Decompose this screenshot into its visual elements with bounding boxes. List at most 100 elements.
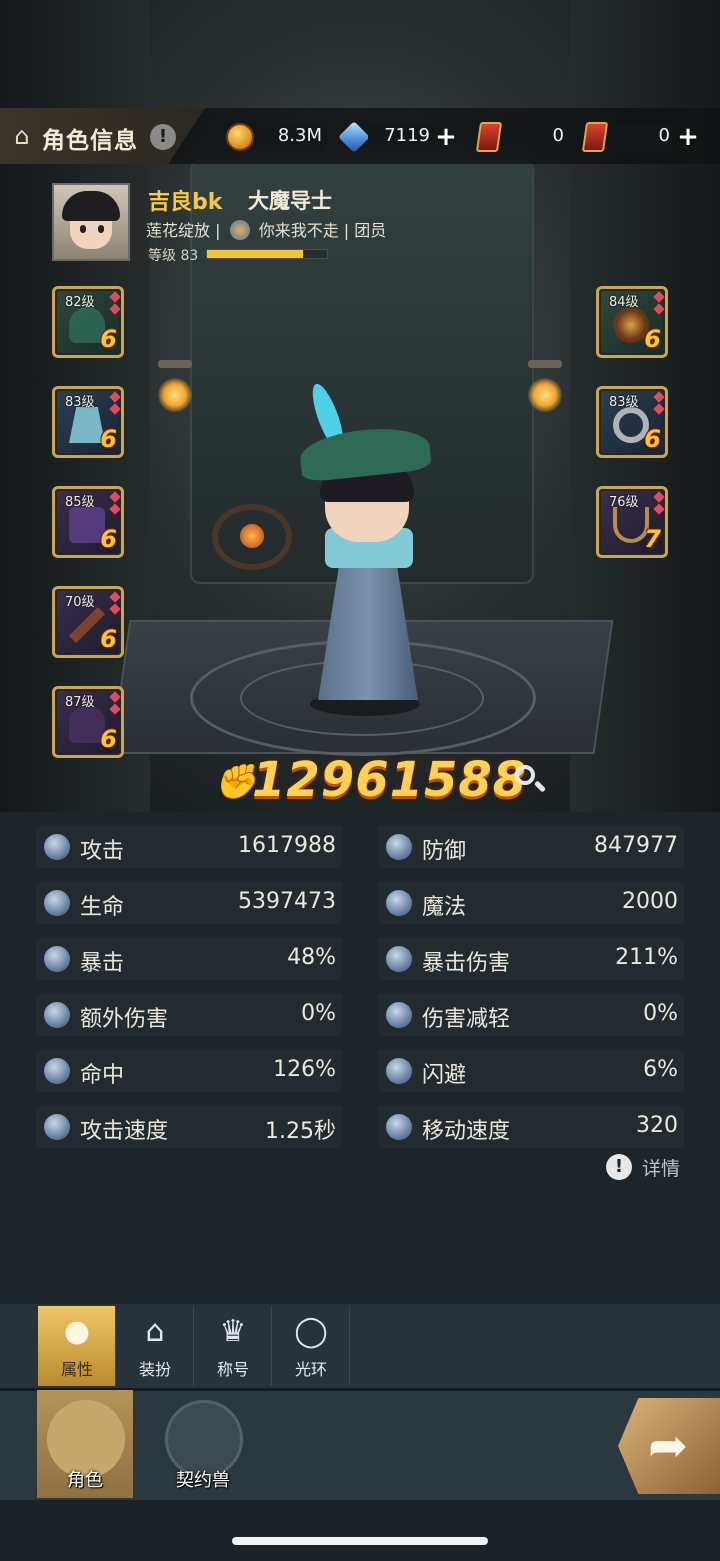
exclamation-icon: ! [606,1154,632,1180]
gold-value: 8.3M [277,125,322,146]
gem-icon [109,391,121,403]
equip-slot-cloak[interactable]: 87级 6 [52,686,124,758]
equip-slot-necklace[interactable]: 76级 7 [596,486,668,558]
level-label: 等级 83 [148,248,199,264]
stat-extra-damage: 额外伤害 0% [36,994,342,1036]
stat-value: 1.25秒 [265,1119,336,1144]
power-fist-icon: ✊ [214,762,257,802]
scroll-value: 0 [658,125,670,146]
torch-left-cap [158,360,192,368]
slot-star-count: 7 [644,525,661,553]
tab-halo[interactable]: ◯ 光环 [272,1306,350,1386]
guild-name[interactable]: 你来我不走 [259,221,339,240]
stat-critical-damage: 暴击伤害 211% [378,938,684,980]
damage-reduction-icon [386,1002,412,1028]
gem-icon [109,291,121,303]
target-icon [44,1058,70,1084]
combat-power: 12961588 [252,752,528,808]
equip-slot-weapon[interactable]: 70级 6 [52,586,124,658]
slot-star-count: 6 [644,425,661,453]
gem-icon [109,603,121,615]
player-class: 大魔导士 [248,189,332,213]
tab-titles[interactable]: ♛ 称号 [194,1306,272,1386]
guild-role: 团员 [354,221,387,240]
gem-icon [653,291,665,303]
nav-character[interactable]: 角色 [37,1390,133,1498]
equip-slot-orb[interactable]: 84级 6 [596,286,668,358]
stat-label: 生命 [80,895,125,920]
heart-icon [44,890,70,916]
page-title: 角色信息 [42,128,138,154]
gem-icon [109,591,121,603]
equip-slot-robe[interactable]: 83级 6 [52,386,124,458]
scroll-card-icon [581,122,609,152]
exclamation-icon[interactable]: ! [150,124,176,150]
guild-emblem-icon [229,220,250,240]
home-indicator[interactable] [232,1537,488,1545]
stat-label: 攻击 [80,839,125,864]
gem-icon [109,403,121,415]
search-handle [533,780,547,793]
red-card-icon [475,122,503,152]
equip-slot-hat[interactable]: 82级 6 [52,286,124,358]
gem-icon [653,403,665,415]
tab-attributes[interactable]: ● 属性 [38,1306,116,1386]
player-name: 吉良bk [148,190,223,215]
torch-left-icon [158,378,192,412]
add-scroll-button[interactable]: + [676,123,700,151]
tab-label: 称号 [216,1360,249,1379]
gem-icon [653,491,665,503]
person-icon: ● [63,1314,91,1349]
search-icon[interactable] [512,762,550,800]
avatar[interactable] [52,183,130,261]
tab-label: 属性 [60,1360,93,1379]
stat-attack-speed: 攻击速度 1.25秒 [36,1106,342,1148]
sword-icon [44,834,70,860]
slot-star-count: 6 [100,525,117,553]
gem-icon [109,503,121,515]
stat-value: 48% [287,945,336,970]
attack-speed-icon [44,1114,70,1140]
card-value: 0 [552,125,564,146]
stat-damage-reduction: 伤害减轻 0% [378,994,684,1036]
stat-value: 1617988 [238,833,336,858]
avatar-eye [80,225,86,233]
add-crystal-button[interactable]: + [434,123,458,151]
tab-label: 装扮 [138,1360,171,1379]
stat-label: 魔法 [422,895,467,920]
slot-star-count: 6 [100,325,117,353]
nav-pet[interactable]: 契约兽 [155,1390,251,1498]
stat-dodge: 闪避 6% [378,1050,684,1092]
equip-slot-ring[interactable]: 83级 6 [596,386,668,458]
equip-slot-boots[interactable]: 85级 6 [52,486,124,558]
stat-label: 伤害减轻 [422,1007,511,1032]
crown-icon: ♛ [219,1314,247,1349]
stat-label: 闪避 [422,1063,467,1088]
tab-label: 光环 [294,1360,327,1379]
gem-icon [653,503,665,515]
stat-value: 126% [273,1057,336,1082]
stat-value: 0% [301,1001,336,1026]
stat-label: 移动速度 [422,1119,511,1144]
hanger-icon: ⌂ [145,1314,165,1349]
stat-move-speed: 移动速度 320 [378,1106,684,1148]
nav-label: 角色 [67,1470,103,1491]
stat-value: 320 [636,1113,678,1138]
shield-icon [386,834,412,860]
avatar-eye [98,225,104,233]
slot-level: 83级 [609,395,639,410]
player-title: 莲花绽放 [146,221,211,240]
character-info-icon: ⌂ [14,122,30,150]
details-label: 详情 [642,1158,681,1180]
tab-outfit[interactable]: ⌂ 装扮 [116,1306,194,1386]
slot-level: 76级 [609,495,639,510]
stat-value: 847977 [594,833,678,858]
slot-star-count: 6 [100,425,117,453]
stat-label: 暴击伤害 [422,951,511,976]
torch-right-icon [528,378,562,412]
stat-value: 0% [643,1001,678,1026]
share-button[interactable]: ➦ [618,1398,720,1494]
slot-level: 85级 [65,495,95,510]
halo-icon: ◯ [294,1314,328,1349]
level-progress-fill [207,250,303,258]
